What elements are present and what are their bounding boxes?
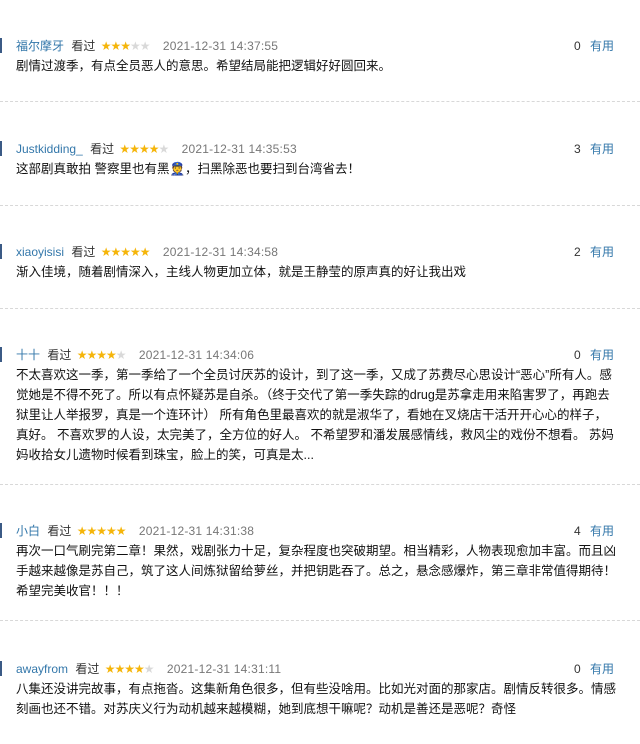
star-filled-icon: ★ xyxy=(120,39,131,53)
review-divider xyxy=(0,484,640,485)
rating-stars: ★★★★★ xyxy=(101,243,151,261)
review-text: 再次一口气刷完第二章！果然，戏剧张力十足，复杂程度也突破期望。相当精彩，人物表现… xyxy=(16,544,617,598)
useful-button[interactable]: 有用 xyxy=(590,662,614,676)
watched-label: 看过 xyxy=(75,662,100,676)
star-filled-icon: ★ xyxy=(96,524,107,538)
review-meta: 小白 看过 ★★★★★ 2021-12-31 14:31:38 xyxy=(16,522,254,540)
useful-vote: 3 有用 xyxy=(574,140,614,158)
star-filled-icon: ★ xyxy=(115,524,127,538)
review-accent-bar xyxy=(0,347,2,362)
useful-count: 4 xyxy=(573,524,581,538)
review-timestamp: 2021-12-31 14:37:55 xyxy=(162,39,279,53)
review-accent-bar xyxy=(0,141,2,156)
star-filled-icon: ★ xyxy=(110,39,121,53)
star-filled-icon: ★ xyxy=(134,662,145,676)
review-list: 福尔摩牙 看过 ★★★★★ 2021-12-31 14:37:55 0 有用 剧… xyxy=(0,0,640,744)
review-divider xyxy=(0,620,640,621)
useful-button[interactable]: 有用 xyxy=(590,39,614,53)
review-accent-bar xyxy=(0,661,2,676)
review-timestamp: 2021-12-31 14:35:53 xyxy=(181,142,297,156)
useful-count: 2 xyxy=(573,245,581,259)
rating-stars: ★★★★★ xyxy=(77,346,127,364)
star-filled-icon: ★ xyxy=(106,524,117,538)
useful-vote: 0 有用 xyxy=(574,660,614,678)
star-filled-icon: ★ xyxy=(120,245,131,259)
review-text: 八集还没讲完故事，有点拖沓。这集新角色很多，但有些没啥用。比如光对面的那家店。剧… xyxy=(16,682,617,716)
watched-label: 看过 xyxy=(90,142,115,156)
useful-count: 0 xyxy=(573,662,581,676)
star-filled-icon: ★ xyxy=(96,348,107,362)
review-meta: Justkidding_ 看过 ★★★★★ 2021-12-31 14:35:5… xyxy=(16,140,297,158)
useful-count: 0 xyxy=(573,348,581,362)
watched-label: 看过 xyxy=(47,348,72,362)
review-divider xyxy=(0,205,640,206)
useful-button[interactable]: 有用 xyxy=(590,348,614,362)
useful-count: 3 xyxy=(573,142,581,156)
rating-stars: ★★★★★ xyxy=(101,37,151,55)
rating-stars: ★★★★★ xyxy=(119,140,169,158)
review-divider xyxy=(0,101,640,102)
rating-stars: ★★★★★ xyxy=(77,522,127,540)
star-empty-icon: ★ xyxy=(130,39,141,53)
star-filled-icon: ★ xyxy=(130,245,141,259)
review-timestamp: 2021-12-31 14:34:58 xyxy=(162,245,279,259)
review-username[interactable]: 小白 xyxy=(16,524,40,538)
review-meta: awayfrom 看过 ★★★★★ 2021-12-31 14:31:11 xyxy=(16,660,281,678)
review-username[interactable]: xiaoyisisi xyxy=(16,245,64,259)
review-text: 剧情过渡季，有点全员恶人的意思。希望结局能把逻辑好好圆回来。 xyxy=(16,59,392,73)
review-accent-bar xyxy=(0,244,2,259)
watched-label: 看过 xyxy=(71,39,96,53)
review-meta: 福尔摩牙 看过 ★★★★★ 2021-12-31 14:37:55 xyxy=(16,37,278,55)
useful-count: 0 xyxy=(573,39,581,53)
review-meta: xiaoyisisi 看过 ★★★★★ 2021-12-31 14:34:58 xyxy=(16,243,278,261)
review-username[interactable]: 福尔摩牙 xyxy=(16,39,64,53)
star-filled-icon: ★ xyxy=(110,245,121,259)
review-username[interactable]: Justkidding_ xyxy=(16,142,83,156)
star-filled-icon: ★ xyxy=(86,524,97,538)
review-timestamp: 2021-12-31 14:31:11 xyxy=(166,662,282,676)
watched-label: 看过 xyxy=(71,245,96,259)
useful-vote: 2 有用 xyxy=(574,243,614,261)
star-empty-icon: ★ xyxy=(158,142,169,156)
star-filled-icon: ★ xyxy=(114,662,125,676)
review-text: 不太喜欢这一季，第一季给了一个全员讨厌苏的设计，到了这一季，又成了苏费尽心思设计… xyxy=(16,368,614,462)
useful-button[interactable]: 有用 xyxy=(590,142,614,156)
rating-stars: ★★★★★ xyxy=(105,660,155,678)
star-filled-icon: ★ xyxy=(119,142,130,156)
star-filled-icon: ★ xyxy=(86,348,97,362)
star-filled-icon: ★ xyxy=(139,245,151,259)
review-text: 这部剧真敢拍 警察里也有黑👮，扫黑除恶也要扫到台湾省去！ xyxy=(16,162,361,176)
star-empty-icon: ★ xyxy=(143,662,155,676)
star-filled-icon: ★ xyxy=(106,348,117,362)
useful-button[interactable]: 有用 xyxy=(590,245,614,259)
review-timestamp: 2021-12-31 14:34:06 xyxy=(138,348,255,362)
review-divider xyxy=(0,308,640,309)
review-accent-bar xyxy=(0,38,2,53)
review-accent-bar xyxy=(0,523,2,538)
star-empty-icon: ★ xyxy=(115,348,127,362)
review-timestamp: 2021-12-31 14:31:38 xyxy=(138,524,255,538)
review-text: 渐入佳境，随着剧情深入，主线人物更加立体，就是王静莹的原声真的好让我出戏 xyxy=(16,265,467,279)
review-username[interactable]: awayfrom xyxy=(16,662,68,676)
review-username[interactable]: 十十 xyxy=(16,348,40,362)
useful-vote: 4 有用 xyxy=(574,522,614,540)
useful-vote: 0 有用 xyxy=(574,346,614,364)
review-meta: 十十 看过 ★★★★★ 2021-12-31 14:34:06 xyxy=(16,346,254,364)
star-filled-icon: ★ xyxy=(129,142,140,156)
star-filled-icon: ★ xyxy=(124,662,135,676)
watched-label: 看过 xyxy=(47,524,72,538)
star-empty-icon: ★ xyxy=(139,39,151,53)
useful-vote: 0 有用 xyxy=(574,37,614,55)
useful-button[interactable]: 有用 xyxy=(590,524,614,538)
star-filled-icon: ★ xyxy=(138,142,150,156)
